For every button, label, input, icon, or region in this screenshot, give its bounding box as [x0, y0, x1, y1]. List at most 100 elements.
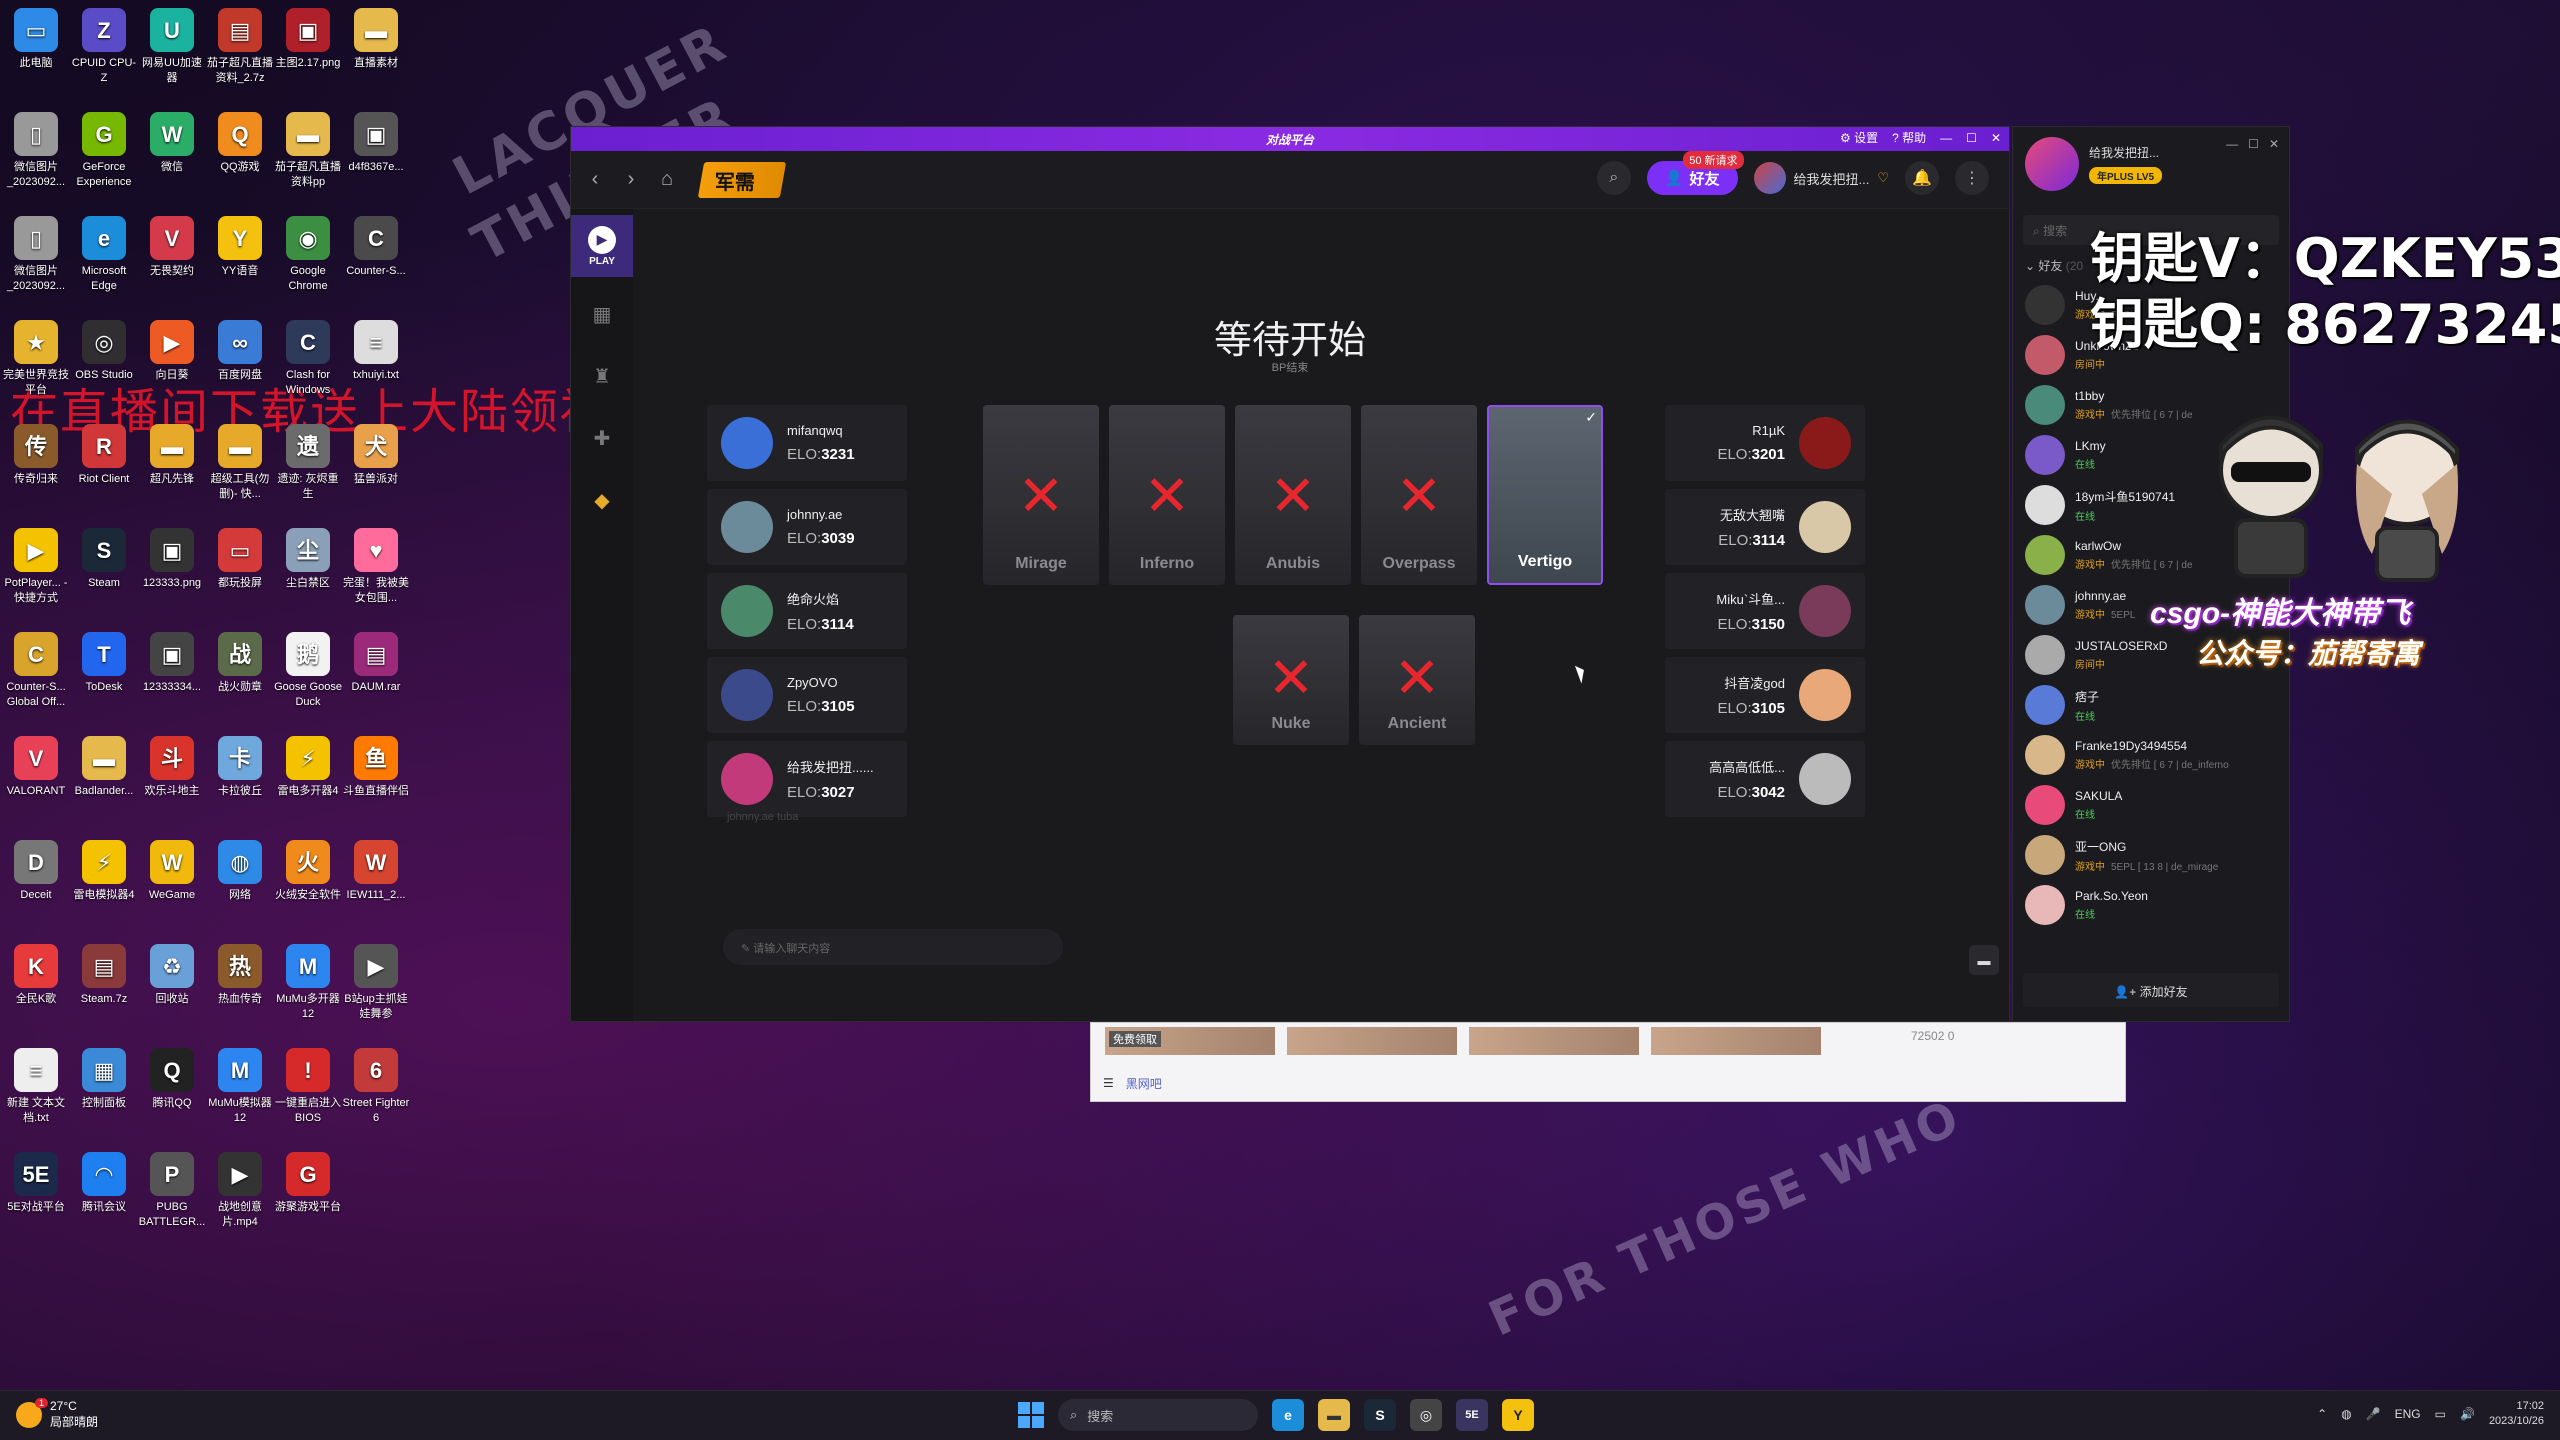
desktop-icon[interactable]: ◠ 腾讯会议	[70, 1148, 138, 1252]
language-indicator[interactable]: ENG	[2395, 1407, 2421, 1421]
desktop-icon[interactable]: ♻ 回收站	[138, 940, 206, 1044]
desktop-icon[interactable]: ▬ Badlander...	[70, 732, 138, 836]
desktop-icon[interactable]: ♥ 完蛋！我被美女包围...	[342, 524, 410, 628]
map-card-vertigo[interactable]: ✓ Vertigo	[1487, 405, 1603, 585]
background-browser-window[interactable]: 免费领取 72502 0 ☰ 黑网吧	[1090, 1022, 2126, 1102]
desktop-icon[interactable]: Q QQ游戏	[206, 108, 274, 212]
friend-item[interactable]: 痞子 在线	[2013, 680, 2289, 730]
desktop-icon[interactable]: ⚡ 雷电模拟器4	[70, 836, 138, 940]
desktop-icon[interactable]: ▬ 超级工具(勿删)- 快...	[206, 420, 274, 524]
friend-item[interactable]: 亚一ONG 游戏中 5EPL [ 13 8 | de_mirage	[2013, 830, 2289, 880]
tray-app-icon[interactable]: ◍	[2341, 1407, 2351, 1421]
map-card-mirage[interactable]: ✕ Mirage	[983, 405, 1099, 585]
desktop-icon[interactable]: C Counter-S... Global Off...	[2, 628, 70, 732]
desktop-icon[interactable]: ▭ 此电脑	[2, 4, 70, 108]
play-button[interactable]: ▶ PLAY	[571, 215, 633, 277]
forward-icon[interactable]: ›	[619, 168, 643, 191]
desktop-icon[interactable]: ◉ Google Chrome	[274, 212, 342, 316]
bell-icon[interactable]: 🔔	[1905, 161, 1939, 195]
desktop-icon[interactable]: P PUBG BATTLEGR...	[138, 1148, 206, 1252]
desktop-icon[interactable]: ▭ 都玩投屏	[206, 524, 274, 628]
player-card[interactable]: 给我发把扭...... ELO:3027	[707, 741, 907, 817]
desktop-icon[interactable]: ▬ 茄子超凡直播资料pp	[274, 108, 342, 212]
desktop-icon[interactable]: D Deceit	[2, 836, 70, 940]
thumbnail[interactable]	[1287, 1027, 1457, 1055]
map-card-overpass[interactable]: ✕ Overpass	[1361, 405, 1477, 585]
desktop-icon[interactable]: ▶ B站up主抓娃娃舞参考.mp4	[342, 940, 410, 1044]
map-card-ancient[interactable]: ✕ Ancient	[1359, 615, 1475, 745]
chat-icon[interactable]: ▬	[1969, 945, 1999, 975]
desktop-icon[interactable]: ▦ 控制面板	[70, 1044, 138, 1148]
nav-user[interactable]: 给我发把扭... ♡	[1753, 162, 1889, 194]
desktop-icon[interactable]: 犬猛兽派对	[342, 420, 410, 524]
rail-item-shop[interactable]: ◆	[571, 469, 633, 531]
bg-window-nav[interactable]: 黑网吧	[1126, 1075, 1162, 1092]
desktop-icon[interactable]: V 无畏契约	[138, 212, 206, 316]
brand-logo[interactable]: 军需	[697, 161, 787, 198]
thumbnail[interactable]	[1469, 1027, 1639, 1055]
friend-item[interactable]: SAKULA 在线	[2013, 780, 2289, 830]
close-icon[interactable]: ✕	[2269, 137, 2279, 151]
volume-icon[interactable]: 🔊	[2460, 1407, 2475, 1421]
desktop-icon[interactable]: U 网易UU加速器	[138, 4, 206, 108]
desktop-icon[interactable]: 5E 5E对战平台	[2, 1148, 70, 1252]
desktop-icon[interactable]: G 游聚游戏平台	[274, 1148, 342, 1252]
desktop-icon[interactable]: ▯ 微信图片_2023092...	[2, 212, 70, 316]
taskbar-5e-icon[interactable]: 5E	[1456, 1399, 1488, 1431]
player-card[interactable]: ZpyOVO ELO:3105	[707, 657, 907, 733]
desktop-icon[interactable]: ≡ 新建 文本文档.txt	[2, 1044, 70, 1148]
taskbar-edge-icon[interactable]: e	[1272, 1399, 1304, 1431]
desktop-icon[interactable]: C Counter-S...	[342, 212, 410, 316]
desktop-icon[interactable]: T ToDesk	[70, 628, 138, 732]
desktop-icon[interactable]: 传传奇归来	[2, 420, 70, 524]
desktop-icon[interactable]: ≡ txhuiyi.txt	[342, 316, 410, 420]
desktop-icon[interactable]: 火火绒安全软件	[274, 836, 342, 940]
chat-input[interactable]: ✎ 请输入聊天内容	[723, 929, 1063, 965]
desktop-icon[interactable]: ▤ 茄子超凡直播资料_2.7z	[206, 4, 274, 108]
desktop-icon[interactable]: ▣ 12333334...	[138, 628, 206, 732]
desktop-icon[interactable]: 热热血传奇	[206, 940, 274, 1044]
microphone-icon[interactable]: 🎤	[2366, 1407, 2381, 1421]
desktop-icon[interactable]: M MuMu模拟器12	[206, 1044, 274, 1148]
settings-button[interactable]: ⚙ 设置	[1840, 129, 1878, 146]
help-button[interactable]: ? 帮助	[1892, 129, 1926, 146]
desktop-icon[interactable]: Z CPUID CPU-Z	[70, 4, 138, 108]
more-icon[interactable]: ⋮	[1955, 161, 1989, 195]
add-friend-button[interactable]: 👤+ 添加好友	[2023, 973, 2279, 1007]
desktop-icon[interactable]: ◍ 网络	[206, 836, 274, 940]
desktop-icon[interactable]: 卡卡拉彼丘	[206, 732, 274, 836]
chevron-up-icon[interactable]: ⌃	[2317, 1407, 2327, 1421]
taskbar-yy-icon[interactable]: Y	[1502, 1399, 1534, 1431]
taskbar-recorder-icon[interactable]: ◎	[1410, 1399, 1442, 1431]
maximize-icon[interactable]: ☐	[2248, 137, 2259, 151]
taskbar-explorer-icon[interactable]: ▬	[1318, 1399, 1350, 1431]
desktop-icon[interactable]: M MuMu多开器12	[274, 940, 342, 1044]
rail-item-activity[interactable]: ✚	[571, 407, 633, 469]
maximize-icon[interactable]: ☐	[1966, 131, 1977, 145]
desktop-icon[interactable]: 遗遗迹: 灰烬重生	[274, 420, 342, 524]
desktop-icon[interactable]: G GeForce Experience	[70, 108, 138, 212]
minimize-icon[interactable]: —	[2226, 137, 2238, 151]
start-button[interactable]	[1018, 1402, 1044, 1428]
weather-widget[interactable]: 27°C 局部晴朗	[16, 1397, 98, 1430]
desktop-icon[interactable]: Q 腾讯QQ	[138, 1044, 206, 1148]
player-card[interactable]: R1µK ELO:3201	[1665, 405, 1865, 481]
desktop-icon[interactable]: 斗欢乐斗地主	[138, 732, 206, 836]
player-card[interactable]: Miku`斗鱼... ELO:3150	[1665, 573, 1865, 649]
desktop-icon[interactable]: ▶ 向日葵	[138, 316, 206, 420]
desktop-icon[interactable]: ▣ d4f8367e...	[342, 108, 410, 212]
desktop-icon[interactable]: ◎ OBS Studio	[70, 316, 138, 420]
desktop-icon[interactable]: W WeGame	[138, 836, 206, 940]
desktop-icon[interactable]: ▬ 直播素材	[342, 4, 410, 108]
desktop-icon[interactable]: e Microsoft Edge	[70, 212, 138, 316]
thumbnail[interactable]	[1651, 1027, 1821, 1055]
friends-button[interactable]: 👤 好友 50 新请求	[1646, 151, 1744, 195]
desktop-icon[interactable]: ▣ 主图2.17.png	[274, 4, 342, 108]
desktop-icon[interactable]: ▯ 微信图片_2023092...	[2, 108, 70, 212]
home-icon[interactable]: ⌂	[655, 168, 679, 191]
player-card[interactable]: mifanqwq ELO:3231	[707, 405, 907, 481]
network-icon[interactable]: ▭	[2435, 1407, 2446, 1421]
map-card-nuke[interactable]: ✕ Nuke	[1233, 615, 1349, 745]
player-card[interactable]: johnny.ae ELO:3039	[707, 489, 907, 565]
thumbnail[interactable]: 免费领取	[1105, 1027, 1275, 1055]
